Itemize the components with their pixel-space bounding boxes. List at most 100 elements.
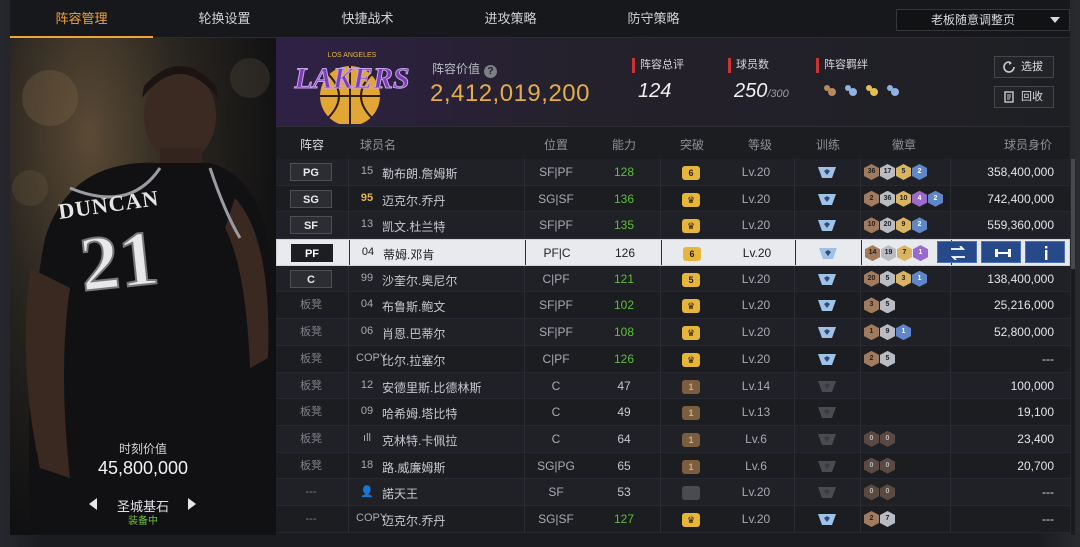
col-training[interactable]: 训练 [816, 136, 840, 153]
table-row[interactable]: --- COPY 迈克尔.乔丹 SG|SF 127 ♛ Lv.20 2 7 --- [276, 505, 1070, 533]
tab-lineup-management[interactable]: 阵容管理 [10, 0, 153, 38]
lineup-slot: PG [290, 163, 332, 181]
player-ability: 47 [617, 378, 631, 393]
player-number: 👤 [360, 486, 374, 499]
chemistry-gold-icon [864, 83, 879, 98]
player-number: 04 [360, 298, 374, 311]
refresh-icon [1003, 61, 1015, 73]
tab-offense-strategy[interactable]: 进攻策略 [439, 0, 582, 38]
breakthrough-badge: ♛ [682, 192, 700, 207]
lineup-slot: --- [305, 486, 317, 499]
col-level[interactable]: 等级 [748, 136, 772, 153]
train-button[interactable] [981, 241, 1021, 264]
lineup-slot: 板凳 [300, 326, 322, 339]
badge-count: 2 [864, 350, 879, 367]
page-select-dropdown[interactable]: 老板随意调整页 [896, 9, 1070, 31]
lineup-slot: 板凳 [300, 299, 322, 312]
tab-defense-strategy[interactable]: 防守策略 [582, 0, 725, 38]
table-row[interactable]: 板凳 ıll 克林特.卡佩拉 C 64 1 Lv.6 0 0 23,400 [276, 425, 1070, 453]
badge-count: 0 [864, 484, 879, 501]
table-row[interactable]: SG 95 迈克尔.乔丹 SG|SF 136 ♛ Lv.20 2 36 10 4 2 742,400,0… [276, 185, 1070, 213]
training-icon[interactable] [816, 272, 838, 287]
player-level: Lv.13 [741, 405, 771, 420]
player-ability: 136 [613, 191, 635, 206]
lineup-slot: 板凳 [300, 379, 322, 392]
training-icon[interactable] [816, 192, 838, 207]
table-row[interactable]: PG 15 勒布朗.詹姆斯 SF|PF 128 6 Lv.20 36 17 5 2 358,400,0… [276, 159, 1070, 186]
prev-arrow-icon[interactable] [89, 498, 97, 510]
lineup-slot: --- [305, 512, 317, 525]
badge-count: 0 [880, 457, 895, 474]
col-ability[interactable]: 能力 [612, 136, 636, 153]
table-row[interactable]: 板凳 09 哈希姆.塔比特 C 49 1 Lv.13 19,100 [276, 399, 1070, 426]
col-lineup[interactable]: 阵容 [300, 136, 324, 153]
badge-count: 0 [880, 484, 895, 501]
training-icon[interactable] [816, 325, 838, 340]
select-button[interactable]: 选拔 [994, 56, 1054, 78]
table-row[interactable]: 板凳 COPY 比尔.拉塞尔 C|PF 126 ♛ Lv.20 2 5 --- [276, 345, 1070, 373]
player-name: 迈克尔.乔丹 [382, 193, 446, 208]
player-name: 安德里斯.比德林斯 [382, 380, 482, 395]
tab-quick-tactics[interactable]: 快捷战术 [296, 0, 439, 38]
training-icon[interactable] [816, 379, 838, 394]
chemistry-stat[interactable]: 阵容羁绊 [816, 58, 900, 98]
table-row[interactable]: --- 👤 諾天王 SF 53 Lv.20 0 0 --- [276, 479, 1070, 506]
swap-button[interactable] [937, 241, 977, 264]
training-icon[interactable] [816, 512, 838, 527]
player-level: Lv.14 [741, 378, 771, 393]
table-row[interactable]: PF 04 蒂姆.邓肯 PF|C 126 6 Lv.20 14 19 7 1 [276, 239, 1070, 266]
player-position: C|PF [542, 271, 570, 286]
training-icon[interactable] [816, 298, 838, 313]
table-row[interactable]: 板凳 18 路.威廉姆斯 SG|PG 65 1 Lv.6 0 0 20,700 [276, 452, 1070, 480]
training-icon[interactable] [816, 352, 838, 367]
training-icon[interactable] [816, 485, 838, 500]
badge-list: 25 [864, 350, 895, 367]
player-name: 哈希姆.塔比特 [382, 407, 458, 422]
player-position: C [551, 405, 561, 420]
player-position: C [551, 431, 561, 446]
breakthrough-badge: ♛ [682, 326, 700, 341]
training-icon[interactable] [816, 405, 838, 420]
training-icon[interactable] [816, 459, 838, 474]
help-icon[interactable]: ? [484, 65, 498, 78]
col-name[interactable]: 球员名 [360, 136, 396, 153]
player-number: ıll [363, 431, 371, 444]
table-row[interactable]: 板凳 06 肖恩.巴蒂尔 SF|PF 108 ♛ Lv.20 1 9 1 52,800,000 [276, 319, 1070, 346]
scrollbar-thumb[interactable] [1071, 159, 1075, 269]
player-count-stat: 球员数 250/300 [728, 58, 789, 103]
chemistry-blue-icon [843, 83, 858, 98]
training-icon[interactable] [816, 218, 838, 233]
col-breakthrough[interactable]: 突破 [680, 136, 704, 153]
featured-player-card[interactable]: DUNCAN 21 时刻价值 45,800,000 圣城基石 装备中 [10, 38, 276, 535]
breakthrough-badge: 1 [682, 432, 700, 447]
col-value[interactable]: 球员身价 [1004, 136, 1052, 153]
player-number: 04 [361, 246, 375, 259]
table-row[interactable]: SF 13 凯文.杜兰特 SF|PF 135 ♛ Lv.20 10 20 9 2 559,360,00… [276, 212, 1070, 240]
table-row[interactable]: 板凳 12 安德里斯.比德林斯 C 47 1 Lv.14 100,000 [276, 372, 1070, 400]
lakers-logo: LOS ANGELES LAKERS [293, 52, 410, 124]
player-level: Lv.20 [741, 298, 771, 313]
training-icon[interactable] [817, 246, 839, 261]
col-badges[interactable]: 徽章 [892, 136, 916, 153]
training-icon[interactable] [816, 165, 838, 180]
next-arrow-icon[interactable] [188, 498, 196, 510]
tab-rotation-settings[interactable]: 轮换设置 [153, 0, 296, 38]
player-number: 06 [360, 325, 374, 338]
table-scrollbar[interactable] [1071, 159, 1075, 535]
badge-count: 3 [896, 270, 911, 287]
player-ability: 65 [617, 458, 631, 473]
badge-count: 2 [928, 190, 943, 207]
recycle-button[interactable]: 回收 [994, 86, 1054, 108]
player-number: 12 [360, 378, 374, 391]
table-row[interactable]: 板凳 04 布鲁斯.鲍文 SF|PF 102 ♛ Lv.20 3 5 25,216,000 [276, 292, 1070, 320]
table-row[interactable]: C 99 沙奎尔.奥尼尔 C|PF 121 5 Lv.20 20 5 3 1 138,400,000 [276, 265, 1070, 293]
breakthrough-badge: 6 [683, 247, 701, 262]
badge-count: 5 [880, 350, 895, 367]
player-level: Lv.20 [741, 271, 771, 286]
player-ability: 127 [613, 511, 635, 526]
badge-count: 2 [864, 190, 879, 207]
training-icon[interactable] [816, 432, 838, 447]
player-level: Lv.20 [741, 351, 771, 366]
info-button[interactable] [1025, 241, 1065, 264]
col-position[interactable]: 位置 [544, 136, 568, 153]
